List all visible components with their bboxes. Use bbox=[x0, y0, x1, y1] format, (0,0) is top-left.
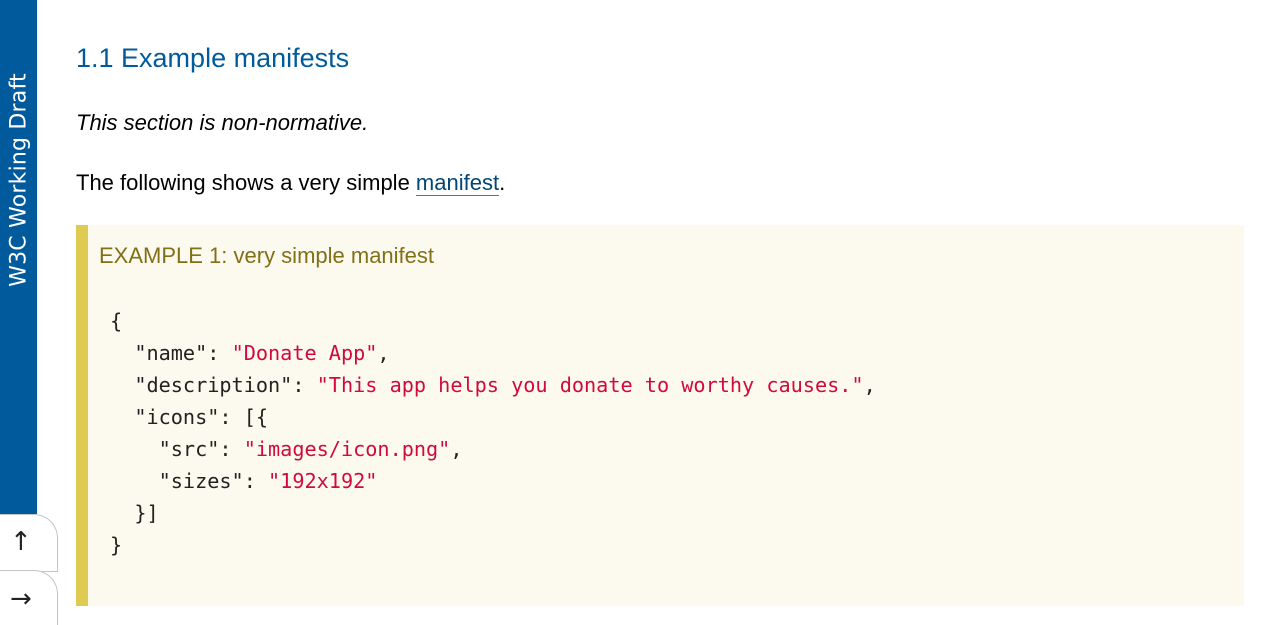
code-sizes-key: "sizes" bbox=[158, 469, 244, 493]
section-heading: 1.1 Example manifests bbox=[76, 43, 350, 73]
w3c-working-draft-banner[interactable]: W3C Working Draft bbox=[0, 0, 37, 514]
example-box: EXAMPLE 1: very simple manifest { "name"… bbox=[76, 225, 1244, 606]
example-title: EXAMPLE 1: very simple manifest bbox=[99, 243, 435, 268]
code-src-value: "images/icon.png" bbox=[243, 437, 451, 461]
back-to-top-button[interactable]: ↑ bbox=[0, 514, 58, 572]
arrow-up-icon: ↑ bbox=[10, 527, 32, 557]
code-name-value: "Donate App" bbox=[231, 341, 378, 365]
arrow-right-icon: → bbox=[10, 584, 32, 614]
code-close-brace: } bbox=[110, 533, 123, 557]
code-sizes-value: "192x192" bbox=[268, 469, 378, 493]
code-src-key: "src" bbox=[158, 437, 220, 461]
code-block: { "name": "Donate App", "description": "… bbox=[110, 309, 876, 557]
non-normative-note: This section is non-normative. bbox=[76, 110, 369, 135]
intro-period: . bbox=[499, 170, 506, 195]
code-description-key: "description" bbox=[134, 373, 293, 397]
toc-toggle-button[interactable]: → bbox=[0, 570, 58, 625]
code-description-value: "This app helps you donate to worthy cau… bbox=[316, 373, 864, 397]
intro-text: The following shows a very simple bbox=[76, 170, 416, 195]
w3c-banner-label: W3C Working Draft bbox=[6, 73, 32, 287]
code-name-key: "name" bbox=[134, 341, 208, 365]
code-icons-open: [{ bbox=[243, 405, 269, 429]
manifest-link[interactable]: manifest bbox=[415, 170, 500, 196]
intro-paragraph: The following shows a very simple manife… bbox=[76, 168, 505, 198]
code-open-brace: { bbox=[110, 309, 123, 333]
code-icons-close: }] bbox=[134, 501, 159, 525]
code-icons-key: "icons" bbox=[134, 405, 220, 429]
